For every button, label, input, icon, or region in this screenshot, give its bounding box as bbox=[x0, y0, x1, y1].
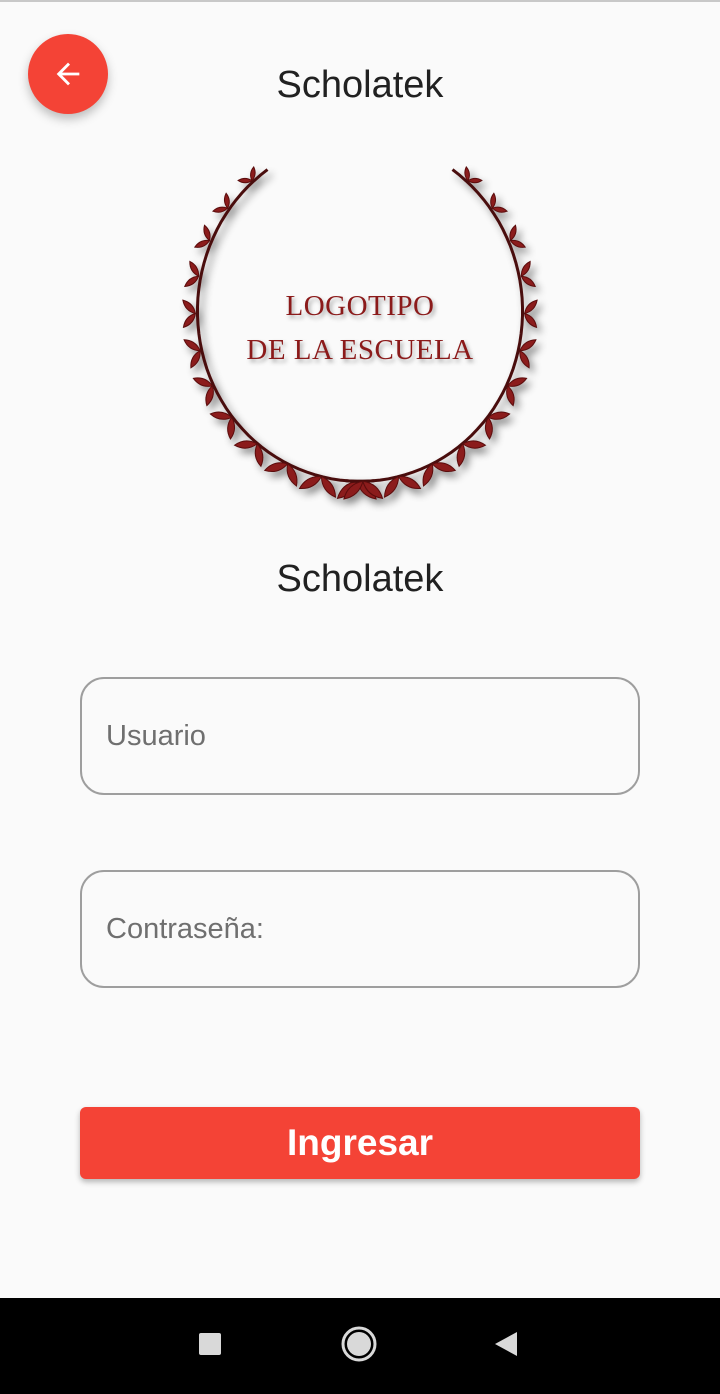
password-field[interactable] bbox=[80, 870, 640, 988]
square-icon bbox=[198, 1332, 222, 1361]
page-title: Scholatek bbox=[276, 64, 444, 106]
username-input[interactable] bbox=[82, 679, 638, 793]
password-input[interactable] bbox=[82, 872, 638, 986]
logo-text-line1: LOGOTIPO bbox=[285, 290, 435, 322]
system-nav-bar bbox=[0, 1298, 720, 1394]
login-button[interactable]: Ingresar bbox=[80, 1107, 640, 1179]
recents-button[interactable] bbox=[186, 1322, 234, 1370]
school-logo: LOGOTIPO DE LA ESCUELA bbox=[150, 140, 570, 530]
username-field[interactable] bbox=[80, 677, 640, 795]
triangle-back-icon bbox=[493, 1330, 519, 1363]
school-name: Scholatek bbox=[276, 558, 444, 600]
home-button[interactable] bbox=[335, 1322, 383, 1370]
status-divider bbox=[0, 0, 720, 2]
system-back-button[interactable] bbox=[482, 1322, 530, 1370]
logo-text-line2: DE LA ESCUELA bbox=[246, 334, 474, 366]
circle-icon bbox=[339, 1324, 379, 1369]
